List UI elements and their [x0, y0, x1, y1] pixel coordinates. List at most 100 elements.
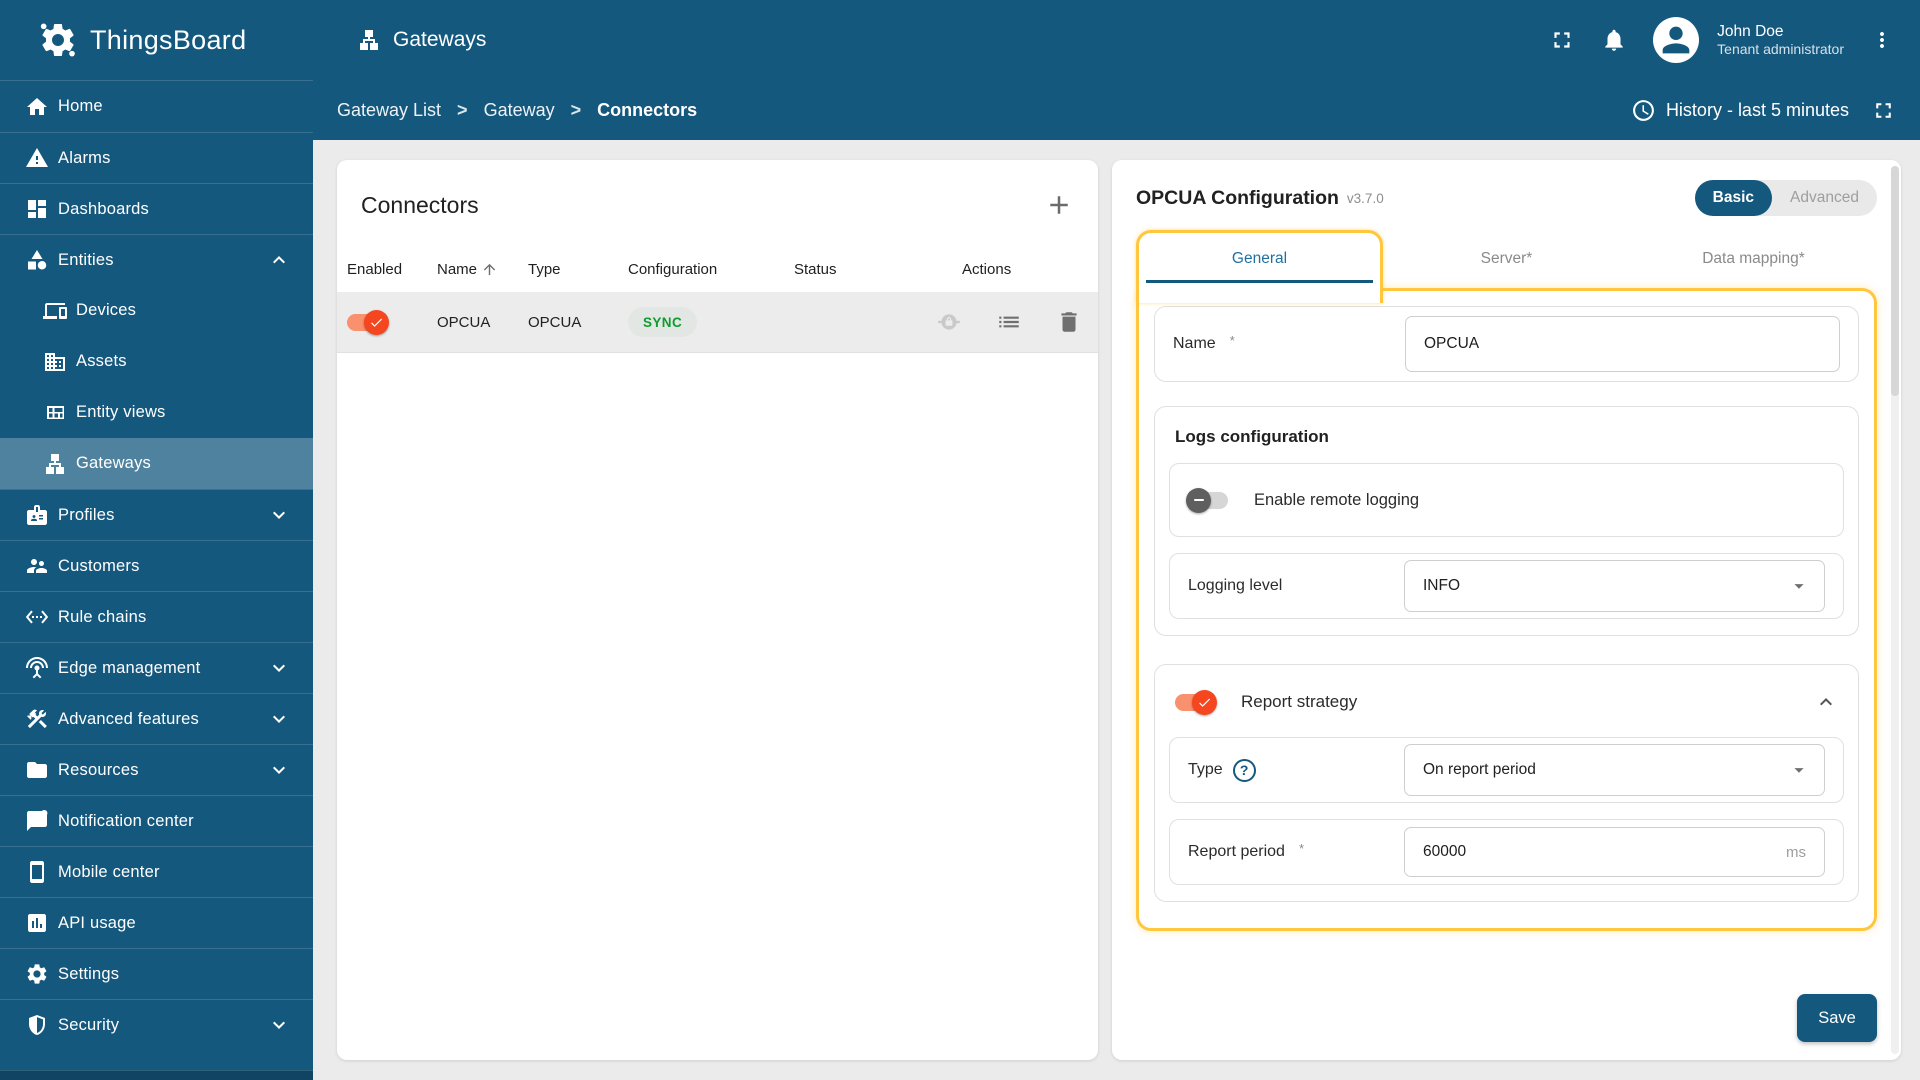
sidebar-item-entity-views[interactable]: Entity views: [0, 387, 313, 438]
help-icon[interactable]: ?: [1232, 758, 1256, 782]
breadcrumb-gateway-list[interactable]: Gateway List: [337, 100, 441, 121]
avatar[interactable]: [1653, 17, 1700, 63]
report-period-box: Report period* ms: [1169, 819, 1844, 885]
column-type: Type: [528, 260, 561, 278]
sidebar-item-security[interactable]: Security: [0, 999, 313, 1050]
brand[interactable]: ThingsBoard: [0, 20, 313, 60]
toolbar: Gateway List > Gateway > Connectors Hist…: [313, 80, 1920, 140]
breadcrumb: Gateway List > Gateway > Connectors: [337, 100, 697, 121]
badge-icon: [25, 503, 49, 527]
fullscreen-button[interactable]: [1549, 27, 1575, 53]
code-brackets-icon: [25, 605, 49, 629]
gear-icon: [25, 962, 49, 986]
sidebar-item-alarms[interactable]: Alarms: [0, 132, 313, 183]
sidebar-item-api-usage[interactable]: API usage: [0, 897, 313, 948]
save-button[interactable]: Save: [1797, 994, 1877, 1042]
mode-switch: Basic Advanced: [1694, 180, 1877, 216]
shield-icon: [25, 1013, 49, 1037]
name-input-wrap: [1405, 316, 1840, 372]
sidebar-item-resources[interactable]: Resources: [0, 744, 313, 795]
remote-logging-label: Enable remote logging: [1254, 490, 1420, 509]
report-period-input[interactable]: [1423, 843, 1776, 861]
logs-list-icon[interactable]: [996, 309, 1022, 335]
remote-logging-toggle[interactable]: [1186, 487, 1228, 513]
dashboard-fullscreen-button[interactable]: [1871, 98, 1896, 123]
page-title: Gateways: [393, 28, 487, 51]
connectors-card: Connectors Enabled Name Type Configurati…: [337, 160, 1098, 1060]
report-period-unit: ms: [1786, 843, 1806, 861]
collapse-chevron-icon[interactable]: [1814, 690, 1838, 714]
connector-enabled-toggle[interactable]: [347, 309, 389, 335]
sidebar-item-gateways[interactable]: Gateways: [0, 438, 313, 489]
connector-name-cell: OPCUA: [437, 313, 491, 331]
column-name[interactable]: Name: [437, 261, 528, 278]
chevron-down-icon: [267, 503, 291, 527]
panel-scrollbar[interactable]: [1891, 166, 1899, 1054]
add-connector-button[interactable]: [1044, 190, 1074, 220]
more-menu-button[interactable]: [1870, 28, 1894, 52]
tab-data-mapping[interactable]: Data mapping*: [1630, 230, 1877, 288]
connectors-title: Connectors: [361, 191, 479, 218]
antenna-icon: [25, 656, 49, 680]
brand-name: ThingsBoard: [90, 24, 247, 55]
dash-icon: [1193, 498, 1204, 502]
user-role: Tenant administrator: [1717, 40, 1844, 57]
sidebar-item-profiles[interactable]: Profiles: [0, 489, 313, 540]
bell-icon: [1601, 27, 1627, 53]
column-actions: Actions: [962, 260, 1012, 278]
logging-level-value: INFO: [1423, 577, 1461, 594]
report-strategy-toggle[interactable]: [1175, 689, 1217, 715]
chart-icon: [25, 911, 49, 935]
sidebar-item-entities[interactable]: Entities: [0, 234, 313, 285]
dropdown-arrow-icon: [1788, 575, 1810, 597]
logging-level-label: Logging level: [1188, 577, 1283, 594]
tab-server[interactable]: Server*: [1383, 230, 1630, 288]
mode-advanced-button[interactable]: Advanced: [1772, 180, 1877, 216]
name-label: Name *: [1173, 332, 1235, 353]
sidebar-bottom-strip: [0, 1070, 313, 1080]
connector-row-opcua[interactable]: OPCUA OPCUA SYNC: [337, 292, 1098, 353]
sidebar-item-devices[interactable]: Devices: [0, 285, 313, 336]
mode-basic-button[interactable]: Basic: [1694, 180, 1773, 216]
page-title-block: Gateways: [357, 28, 486, 52]
history-timewindow-button[interactable]: History - last 5 minutes: [1631, 98, 1849, 123]
tab-general[interactable]: General: [1136, 230, 1383, 288]
breadcrumb-separator: >: [570, 99, 582, 120]
sidebar-item-dashboards[interactable]: Dashboards: [0, 183, 313, 234]
building-icon: [43, 350, 67, 374]
connector-type-cell: OPCUA: [528, 313, 582, 331]
report-type-select[interactable]: On report period: [1404, 744, 1825, 796]
people-icon: [25, 554, 49, 578]
chevron-down-icon: [267, 656, 291, 680]
logging-level-box: Logging level INFO: [1169, 553, 1844, 619]
user-block[interactable]: John Doe Tenant administrator: [1717, 22, 1844, 59]
delete-icon[interactable]: [1056, 309, 1082, 335]
folder-icon: [25, 758, 49, 782]
person-icon: [1656, 20, 1696, 60]
notifications-button[interactable]: [1601, 27, 1627, 53]
warning-icon: [25, 146, 49, 170]
breadcrumb-gateway[interactable]: Gateway: [484, 100, 555, 121]
sidebar-item-edge-management[interactable]: Edge management: [0, 642, 313, 693]
sidebar-item-advanced-features[interactable]: Advanced features: [0, 693, 313, 744]
sidebar-item-notification-center[interactable]: Notification center: [0, 795, 313, 846]
sidebar-item-settings[interactable]: Settings: [0, 948, 313, 999]
sidebar-item-mobile-center[interactable]: Mobile center: [0, 846, 313, 897]
chat-icon: [25, 809, 49, 833]
lan-icon: [357, 28, 381, 52]
panel-title: OPCUA Configuration: [1136, 186, 1339, 209]
sidebar-item-customers[interactable]: Customers: [0, 540, 313, 591]
name-input[interactable]: [1424, 335, 1821, 353]
logging-level-select[interactable]: INFO: [1404, 560, 1825, 612]
sidebar-item-assets[interactable]: Assets: [0, 336, 313, 387]
home-icon: [25, 95, 49, 119]
column-configuration: Configuration: [628, 260, 718, 278]
dropdown-arrow-icon: [1788, 759, 1810, 781]
smartphone-icon: [25, 860, 49, 884]
chevron-down-icon: [267, 707, 291, 731]
sort-ascending-icon: [481, 261, 498, 278]
fullscreen-icon: [1549, 27, 1575, 53]
remote-logging-box: Enable remote logging: [1169, 463, 1844, 537]
sidebar-item-home[interactable]: Home: [0, 81, 313, 132]
sidebar-item-rule-chains[interactable]: Rule chains: [0, 591, 313, 642]
